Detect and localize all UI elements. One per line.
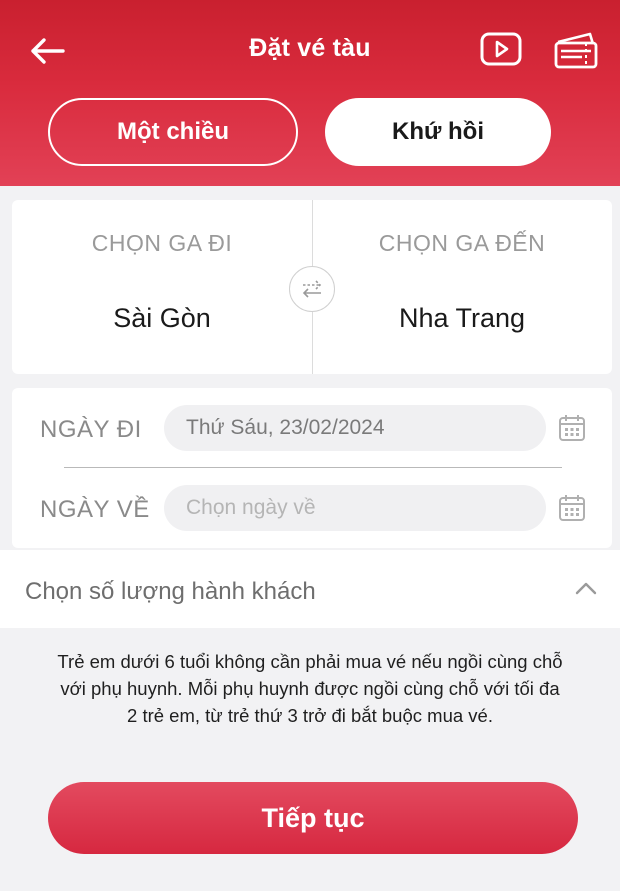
return-date-field[interactable]: Chọn ngày về [164,485,546,531]
from-station-value[interactable]: Sài Gòn [12,303,312,334]
station-selector: CHỌN GA ĐI Sài Gòn CHỌN GA ĐẾN Nha Trang [12,200,612,374]
to-station-value[interactable]: Nha Trang [312,303,612,334]
video-play-icon [480,32,522,66]
date-selector: NGÀY ĐI Thứ Sáu, 23/02/2024 NGÀY VỀ Chọn… [12,388,612,548]
passenger-count-selector[interactable]: Chọn số lượng hành khách [0,550,620,628]
video-button[interactable] [480,32,522,66]
swap-stations-button[interactable] [289,266,335,312]
depart-date-field[interactable]: Thứ Sáu, 23/02/2024 [164,405,546,451]
depart-date-label: NGÀY ĐI [40,416,142,443]
chevron-up-icon [575,582,597,595]
ticket-icon [554,32,598,69]
to-station-label: CHỌN GA ĐẾN [378,230,546,256]
return-date-label: NGÀY VỀ [40,496,150,523]
tab-one-way[interactable]: Một chiều [48,98,298,166]
app-header: Đặt vé tàu Một chiều Khứ hồi [0,0,620,186]
page-title: Đặt vé tàu [249,34,371,62]
note-line: với phụ huynh. Mỗi phụ huynh được ngồi c… [60,678,560,699]
passenger-count-label: Chọn số lượng hành khách [25,578,316,605]
note-line: Trẻ em dưới 6 tuổi không cần phải mua vé… [57,651,563,672]
child-ticket-note: Trẻ em dưới 6 tuổi không cần phải mua vé… [0,648,620,729]
calendar-icon[interactable] [557,493,587,523]
continue-button[interactable]: Tiếp tục [48,782,578,854]
from-station-label: CHỌN GA ĐI [91,230,233,256]
calendar-icon[interactable] [557,413,587,443]
date-divider [64,467,562,468]
ticket-button[interactable] [552,30,600,70]
tab-round-trip[interactable]: Khứ hồi [325,98,551,166]
note-line: 2 trẻ em, từ trẻ thứ 3 trở đi bắt buộc m… [127,705,493,726]
swap-arrows-icon [302,280,322,298]
